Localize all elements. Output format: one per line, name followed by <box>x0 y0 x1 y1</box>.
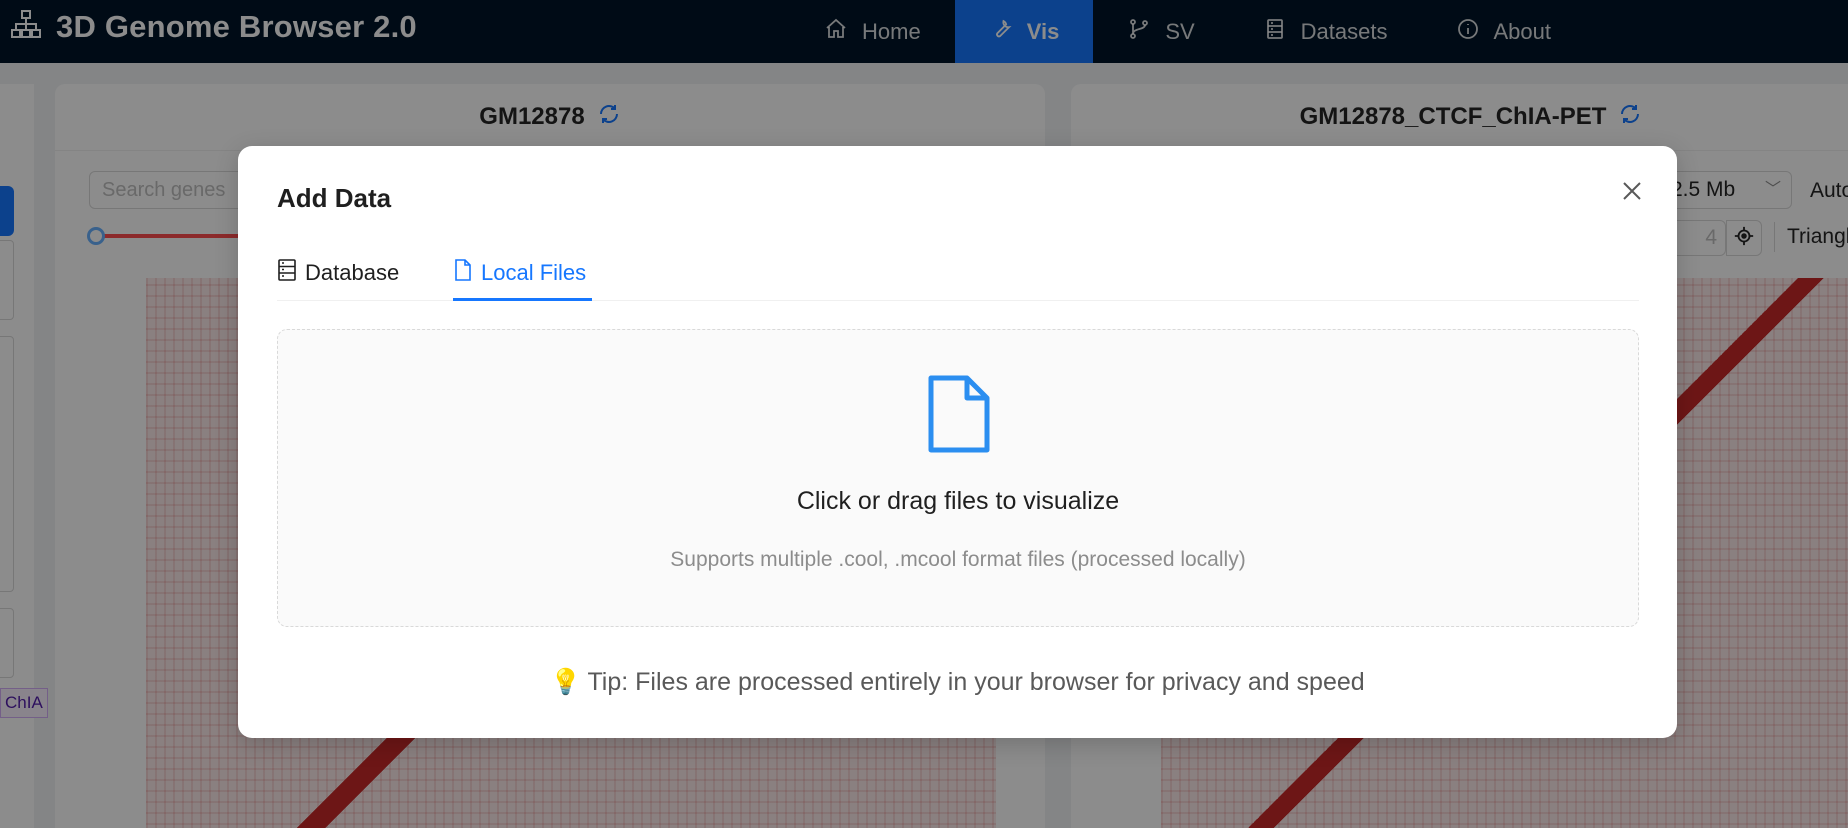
tab-label: Database <box>305 259 400 285</box>
dropzone-text: Click or drag files to visualize <box>796 487 1120 515</box>
file-icon <box>927 375 991 453</box>
close-icon <box>1620 179 1644 208</box>
active-tab-indicator <box>453 298 592 301</box>
database-icon <box>277 258 297 287</box>
add-data-modal: Add Data Database Local Files Click or d… <box>238 146 1677 738</box>
tip-text-row: 💡 Tip: Files are processed entirely in yo… <box>238 668 1677 697</box>
file-icon <box>453 258 473 287</box>
tab-database[interactable]: Database <box>277 244 399 301</box>
tab-local-files[interactable]: Local Files <box>453 244 586 301</box>
close-button[interactable] <box>1613 174 1651 212</box>
modal-title: Add Data <box>277 183 392 213</box>
file-dropzone[interactable]: Click or drag files to visualize Support… <box>277 329 1639 627</box>
lightbulb-icon: 💡 <box>550 668 582 696</box>
tab-bar: Database Local Files <box>277 244 1639 301</box>
tab-label: Local Files <box>481 259 587 285</box>
tip-text: Tip: Files are processed entirely in you… <box>587 668 1365 696</box>
dropzone-hint: Supports multiple .cool, .mcool format f… <box>670 548 1246 571</box>
